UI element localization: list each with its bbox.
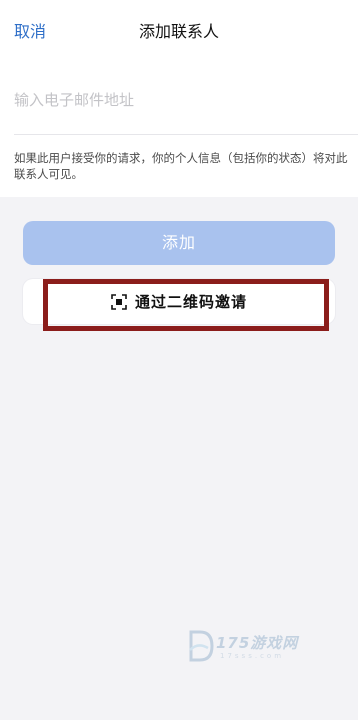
watermark: 175游戏网 17sss.com: [188, 628, 318, 668]
qr-invite-button[interactable]: 通过二维码邀请: [23, 279, 335, 324]
page-title: 添加联系人: [138, 22, 219, 41]
qr-invite-label: 通过二维码邀请: [134, 293, 247, 311]
watermark-sub: 17sss.com: [220, 652, 285, 660]
nav-header: 取消 添加联系人: [0, 0, 358, 64]
watermark-logo-icon: [189, 630, 214, 662]
divider: [14, 134, 358, 135]
contact-form: 如果此用户接受你的请求，你的个人信息（包括你的状态）将对此联系人可见。: [0, 64, 358, 197]
email-field[interactable]: [14, 86, 344, 114]
add-button[interactable]: 添加: [23, 221, 335, 265]
watermark-text: 175游戏网: [216, 634, 299, 652]
qr-scan-icon: [111, 293, 127, 310]
privacy-info-text: 如果此用户接受你的请求，你的个人信息（包括你的状态）将对此联系人可见。: [14, 151, 348, 181]
